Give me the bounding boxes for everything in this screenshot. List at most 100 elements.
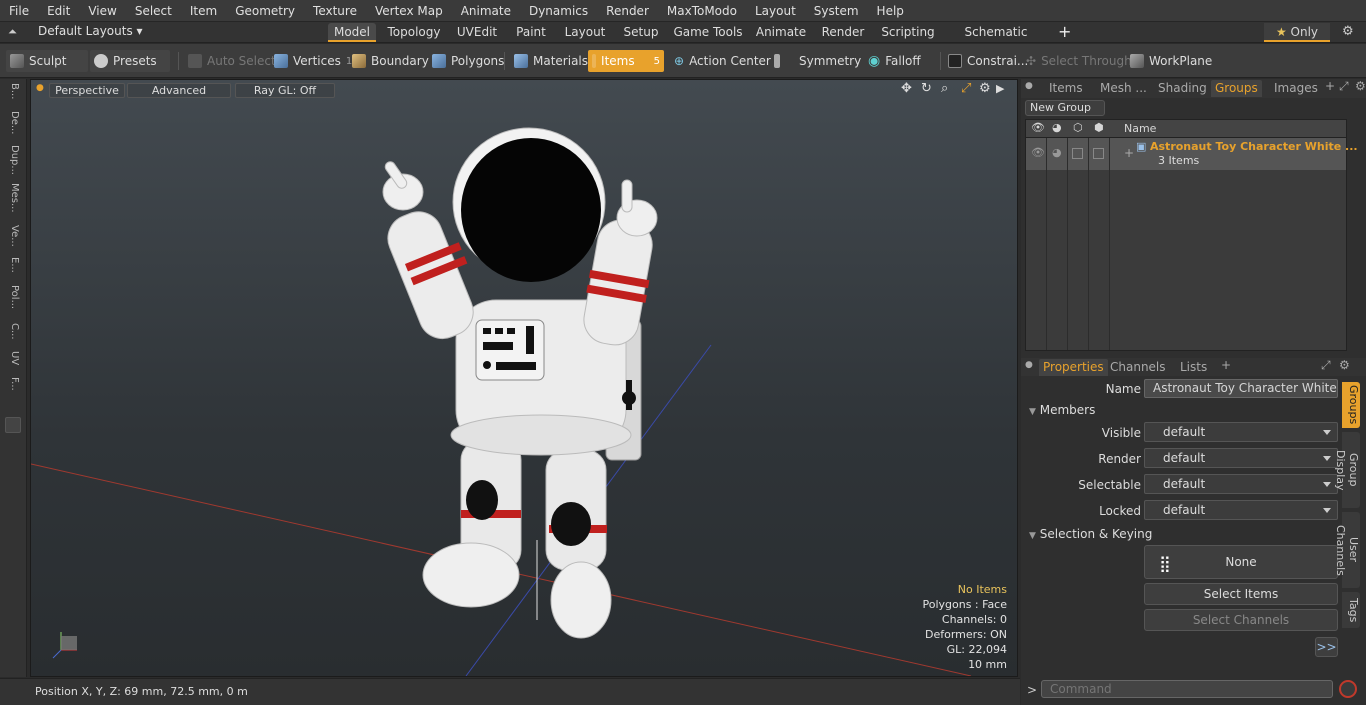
constraints-button[interactable]: Constrai... [944, 50, 1032, 72]
layout-up-arrow-icon[interactable]: ⏶ [8, 25, 17, 39]
side-tab-user-channels[interactable]: User Channels [1334, 512, 1360, 588]
side-tab-tags[interactable]: Tags [1342, 592, 1360, 628]
tab-groups[interactable]: Groups [1211, 80, 1262, 97]
menu-vertex-map[interactable]: Vertex Map [366, 4, 452, 18]
tab-paint[interactable]: Paint [512, 23, 550, 42]
none-button[interactable]: ⣿ None [1144, 545, 1338, 579]
menu-layout[interactable]: Layout [746, 4, 805, 18]
sculpt-button[interactable]: Sculpt [6, 50, 88, 72]
left-tab-duplicate[interactable]: Dup... [4, 145, 20, 175]
visibility-eye-icon[interactable]: 👁 [1031, 121, 1045, 134]
side-tab-groups[interactable]: Groups [1342, 382, 1360, 428]
select-items-button[interactable]: Select Items [1144, 583, 1338, 605]
tab-setup[interactable]: Setup [620, 23, 662, 42]
selectable-dropdown[interactable]: default [1144, 474, 1338, 494]
select-through-button[interactable]: ✣ Select Through [1022, 50, 1136, 72]
left-tab-curve[interactable]: C... [4, 323, 20, 340]
menu-geometry[interactable]: Geometry [226, 4, 304, 18]
tab-items[interactable]: Items [1049, 80, 1083, 97]
tab-render[interactable]: Render [818, 23, 868, 42]
menu-render[interactable]: Render [597, 4, 658, 18]
selection-keying-section-header[interactable]: ▼ Selection & Keying [1029, 527, 1152, 541]
left-tab-edge[interactable]: E... [4, 257, 20, 273]
panel-menu-icon[interactable]: ● [1025, 81, 1033, 91]
command-input[interactable] [1041, 680, 1333, 698]
more-button[interactable]: >> [1315, 637, 1338, 657]
members-section-header[interactable]: ▼ Members [1029, 403, 1095, 417]
menu-item[interactable]: Item [181, 4, 226, 18]
only-toggle[interactable]: ★ Only [1264, 23, 1330, 42]
panel-gear-icon[interactable]: ⚙ [1355, 79, 1366, 93]
render-dropdown[interactable]: default [1144, 448, 1338, 468]
row-render-icon[interactable]: ◕ [1052, 146, 1062, 159]
materials-button[interactable]: Materials [510, 50, 592, 72]
symmetry-button[interactable]: Symmetry [770, 50, 865, 72]
add-tab-icon[interactable]: + [1058, 22, 1071, 41]
boundary-button[interactable]: Boundary [348, 50, 433, 72]
visible-dropdown[interactable]: default [1144, 422, 1338, 442]
tab-channels[interactable]: Channels [1110, 359, 1166, 376]
properties-menu-icon[interactable]: ● [1025, 360, 1033, 370]
falloff-button[interactable]: ◉ Falloff [864, 50, 925, 72]
tab-shading[interactable]: Shading [1158, 80, 1207, 97]
render-icon[interactable]: ◕ [1052, 121, 1062, 134]
column-name-header[interactable]: Name [1124, 122, 1156, 135]
table-row[interactable]: 👁 ◕ + ▣ Astronaut Toy Character White ..… [1026, 138, 1358, 170]
gear-icon[interactable]: ⚙ [1342, 24, 1354, 39]
name-field[interactable]: Astronaut Toy Character White Happy [1144, 379, 1338, 398]
tab-properties[interactable]: Properties [1039, 359, 1108, 376]
vertices-button[interactable]: Vertices 1 [270, 50, 356, 72]
menu-dynamics[interactable]: Dynamics [520, 4, 597, 18]
menu-maxtomodo[interactable]: MaxToModo [658, 4, 746, 18]
add-tab-icon[interactable]: + [1325, 79, 1335, 93]
left-tab-fusion[interactable]: F... [4, 377, 20, 391]
tab-scripting[interactable]: Scripting [878, 23, 938, 42]
items-button[interactable]: Items 5 [588, 50, 664, 72]
tab-animate[interactable]: Animate [754, 23, 808, 42]
row-lock-checkbox[interactable] [1093, 148, 1104, 159]
left-tab-deform[interactable]: De... [4, 111, 20, 134]
left-tab-mesh-edit[interactable]: Mes... [4, 183, 20, 213]
menu-animate[interactable]: Animate [452, 4, 520, 18]
menu-select[interactable]: Select [126, 4, 181, 18]
row-eye-icon[interactable]: 👁 [1031, 146, 1045, 159]
tab-mesh[interactable]: Mesh ... [1100, 80, 1147, 97]
action-center-button[interactable]: ⊕ Action Center [670, 50, 775, 72]
polygons-button[interactable]: Polygons [428, 50, 508, 72]
tab-images[interactable]: Images [1274, 80, 1318, 97]
presets-button[interactable]: Presets [90, 50, 170, 72]
menu-help[interactable]: Help [868, 4, 913, 18]
menu-view[interactable]: View [79, 4, 125, 18]
workplane-button[interactable]: WorkPlane [1126, 50, 1216, 72]
properties-expand-icon[interactable]: ⤢ [1321, 358, 1331, 373]
default-layouts-dropdown[interactable]: Default Layouts ▾ [38, 24, 143, 38]
menu-file[interactable]: File [0, 4, 38, 18]
new-group-button[interactable]: New Group [1025, 100, 1105, 116]
tab-uvedit[interactable]: UVEdit [452, 23, 502, 42]
locked-dropdown[interactable]: default [1144, 500, 1338, 520]
row-select-checkbox[interactable] [1072, 148, 1083, 159]
tab-model[interactable]: Model [328, 23, 376, 42]
lock-icon[interactable]: ⬢ [1094, 121, 1104, 134]
3d-viewport[interactable]: ● Perspective Advanced Ray GL: Off ✥ ↻ ⌕… [30, 79, 1018, 677]
side-tab-group-display[interactable]: Group Display [1334, 432, 1360, 508]
add-properties-tab-icon[interactable]: + [1221, 358, 1231, 372]
auto-select-button[interactable]: Auto Select [184, 50, 280, 72]
left-tab-vertex[interactable]: Ve... [4, 225, 20, 247]
select-lock-icon[interactable]: ⬡ [1073, 121, 1083, 134]
menu-edit[interactable]: Edit [38, 4, 79, 18]
record-icon[interactable] [1339, 680, 1357, 698]
menu-system[interactable]: System [805, 4, 868, 18]
left-tab-polygon[interactable]: Pol... [4, 285, 20, 309]
tab-game-tools[interactable]: Game Tools [672, 23, 744, 42]
tab-topology[interactable]: Topology [386, 23, 442, 42]
expand-row-icon[interactable]: + [1124, 146, 1134, 160]
menu-texture[interactable]: Texture [304, 4, 366, 18]
tab-lists[interactable]: Lists [1180, 359, 1207, 376]
expand-panel-icon[interactable]: ⤢ [1339, 79, 1349, 94]
left-tab-uv[interactable]: UV [4, 351, 20, 365]
properties-gear-icon[interactable]: ⚙ [1339, 358, 1350, 372]
left-tab-basic[interactable]: B... [4, 83, 20, 99]
tab-layout[interactable]: Layout [560, 23, 610, 42]
left-strip-toggle[interactable] [5, 417, 21, 433]
